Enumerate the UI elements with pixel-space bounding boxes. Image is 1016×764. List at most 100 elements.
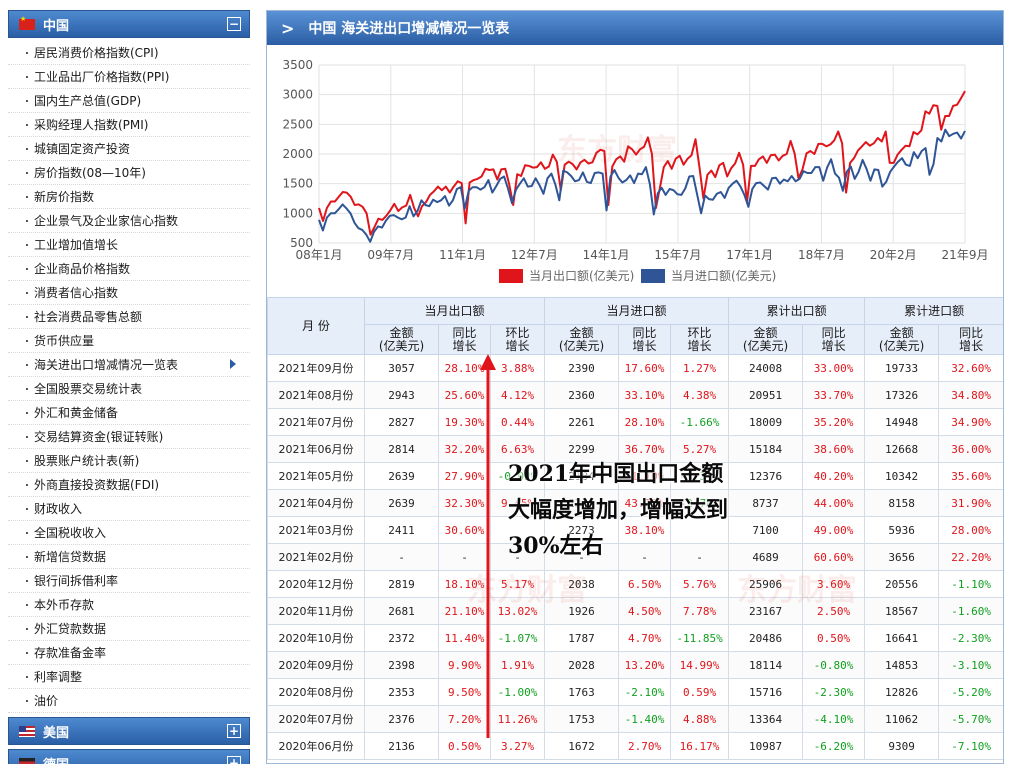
table-cell: -1.40%: [618, 705, 672, 733]
sidebar-group-germany[interactable]: 德国 +: [8, 749, 250, 764]
header-sub: 金额 (亿美元): [728, 324, 804, 355]
expand-icon[interactable]: +: [227, 756, 241, 764]
table-cell: 32.60%: [938, 354, 1003, 382]
table-cell: 10987: [728, 732, 804, 760]
table-cell: 18567: [864, 597, 940, 625]
table-cell: 28.10%: [618, 408, 672, 436]
sidebar-item[interactable]: 交易结算资金(银证转账): [8, 425, 250, 449]
china-flag-icon: [19, 15, 35, 30]
sidebar-item[interactable]: 外汇贷款数据: [8, 617, 250, 641]
annotation-arrow: [480, 354, 496, 738]
sidebar-item[interactable]: 消费者信心指数: [8, 281, 250, 305]
sidebar-item[interactable]: 社会消费品零售总额: [8, 305, 250, 329]
sidebar-item[interactable]: 工业品出厂价格指数(PPI): [8, 65, 250, 89]
sidebar-item[interactable]: 企业商品价格指数: [8, 257, 250, 281]
sidebar-item[interactable]: 银行间拆借利率: [8, 569, 250, 593]
sidebar-item[interactable]: 采购经理人指数(PMI): [8, 113, 250, 137]
table-cell: 4.50%: [618, 597, 672, 625]
table-cell: 20486: [728, 624, 804, 652]
table-cell: 16641: [864, 624, 940, 652]
sidebar-item[interactable]: 财政收入: [8, 497, 250, 521]
table-cell: 28.00%: [938, 516, 1003, 544]
table-cell: 1787: [544, 624, 620, 652]
table-cell: -1.07%: [489, 624, 546, 652]
sidebar-item-label: 新增信贷数据: [34, 550, 107, 564]
bullet-icon: [26, 507, 28, 510]
table-cell: 2261: [544, 408, 620, 436]
sidebar-item[interactable]: 新房价指数: [8, 185, 250, 209]
table-cell: 1763: [544, 678, 620, 706]
table-cell: 2681: [364, 597, 439, 625]
table-cell: 2.50%: [802, 597, 866, 625]
sidebar-item-label: 工业品出厂价格指数(PPI): [34, 70, 170, 84]
sidebar-group-usa[interactable]: 美国 +: [8, 717, 250, 745]
table-cell: 2028: [544, 651, 620, 679]
table-cell: -1.60%: [938, 597, 1003, 625]
table-cell: 2038: [544, 570, 620, 598]
sidebar-item-label: 企业景气及企业家信心指数: [34, 214, 179, 228]
table-cell: 20556: [864, 570, 940, 598]
table-cell: 3656: [864, 543, 940, 571]
table-cell: 13.20%: [618, 651, 672, 679]
sidebar-group-china[interactable]: 中国 −: [8, 10, 250, 38]
y-tick-label: 3000: [282, 88, 313, 102]
table-cell: 44.00%: [802, 489, 866, 517]
sidebar-item[interactable]: 房价指数(08—10年): [8, 161, 250, 185]
bullet-icon: [26, 147, 28, 150]
bullet-icon: [26, 555, 28, 558]
bullet-icon: [26, 411, 28, 414]
sidebar-item-label: 社会消费品零售总额: [34, 310, 143, 324]
sidebar-item[interactable]: 本外币存款: [8, 593, 250, 617]
sidebar-item[interactable]: 股票账户统计表(新): [8, 449, 250, 473]
sidebar-item[interactable]: 国内生产总值(GDP): [8, 89, 250, 113]
sidebar-item-label: 消费者信心指数: [34, 286, 119, 300]
table-cell: 4.38%: [670, 381, 730, 409]
sidebar-item[interactable]: 城镇固定资产投资: [8, 137, 250, 161]
table-cell: 14.99%: [670, 651, 730, 679]
cell-month: 2021年08月份: [267, 381, 365, 409]
table-row: 2020年08月份 2353 9.50% -1.00% 1763 -2.10% 0.59% 1…: [267, 678, 1003, 706]
bullet-icon: [26, 699, 28, 702]
sidebar-item[interactable]: 外商直接投资数据(FDI): [8, 473, 250, 497]
table-cell: 3.60%: [802, 570, 866, 598]
table-cell: -4.10%: [802, 705, 866, 733]
sidebar-item[interactable]: 全国税收收入: [8, 521, 250, 545]
table-cell: 13364: [728, 705, 804, 733]
table-cell: -1.00%: [489, 678, 546, 706]
sidebar-item[interactable]: 货币供应量: [8, 329, 250, 353]
table-cell: 20951: [728, 381, 804, 409]
sidebar-item[interactable]: 外汇和黄金储备: [8, 401, 250, 425]
x-tick-label: 08年1月: [296, 248, 343, 262]
sidebar-item[interactable]: 工业增加值增长: [8, 233, 250, 257]
sidebar-item[interactable]: 海关进出口增减情况一览表: [8, 353, 250, 377]
collapse-icon[interactable]: −: [227, 17, 241, 31]
header-sub: 同比 增长: [618, 324, 672, 355]
annotation-line: 30%左右: [508, 533, 604, 559]
sidebar-item[interactable]: 利率调整: [8, 665, 250, 689]
sidebar-item[interactable]: 企业景气及企业家信心指数: [8, 209, 250, 233]
annotation-line: 大幅度增加，增幅达到: [508, 497, 729, 523]
sidebar-item[interactable]: 存款准备金率: [8, 641, 250, 665]
table-cell: 1672: [544, 732, 620, 760]
expand-icon[interactable]: +: [227, 724, 241, 738]
table-cell: 16.17%: [670, 732, 730, 760]
sidebar-list-china: 居民消费价格指数(CPI) 工业品出厂价格指数(PPI) 国内生产总值(GDP) 采购…: [8, 38, 250, 716]
table-cell: 33.10%: [618, 381, 672, 409]
y-tick-label: 1000: [282, 206, 313, 220]
sidebar-item[interactable]: 居民消费价格指数(CPI): [8, 41, 250, 65]
sidebar-item-label: 国内生产总值(GDP): [34, 94, 142, 108]
x-tick-label: 09年7月: [367, 248, 414, 262]
table-cell: 1.27%: [670, 354, 730, 382]
table-cell: 3.27%: [489, 732, 546, 760]
sidebar-item[interactable]: 新增信贷数据: [8, 545, 250, 569]
y-tick-label: 2000: [282, 147, 313, 161]
sidebar-item-label: 采购经理人指数(PMI): [34, 118, 149, 132]
cell-month: 2020年07月份: [267, 705, 365, 733]
y-tick-label: 2500: [282, 117, 313, 131]
sidebar-item[interactable]: 油价: [8, 689, 250, 713]
sidebar-item-label: 居民消费价格指数(CPI): [34, 46, 159, 60]
bullet-icon: [26, 363, 28, 366]
sidebar-item-label: 外汇贷款数据: [34, 622, 107, 636]
x-tick-label: 15年7月: [654, 248, 701, 262]
sidebar-item[interactable]: 全国股票交易统计表: [8, 377, 250, 401]
